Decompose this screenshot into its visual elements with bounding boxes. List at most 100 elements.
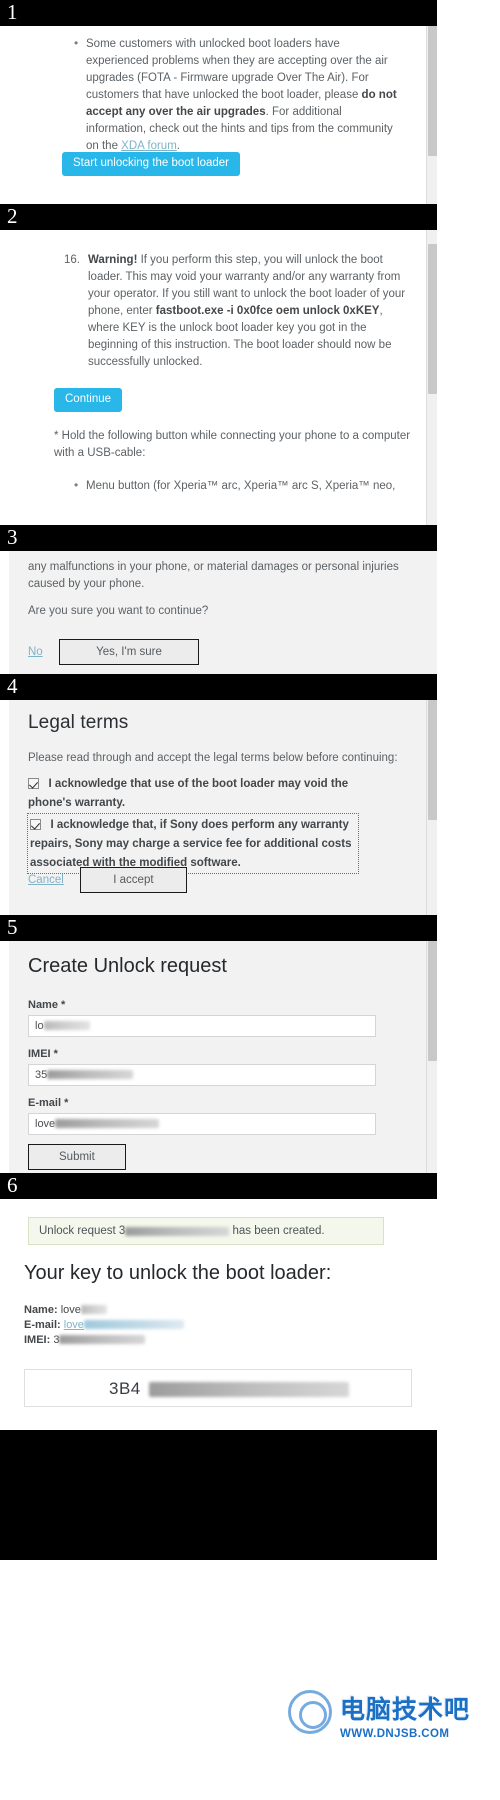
redacted-block [83,1320,184,1329]
notice-suffix: has been created. [229,1225,325,1237]
panel-separator-1: 1 [0,0,437,26]
trailing-black-bar [0,1430,437,1560]
panel-2: 16. Warning! If you perform this step, y… [0,230,437,525]
name-value: love [60,1304,81,1316]
i-accept-button[interactable]: I accept [80,867,187,893]
name-input-value: lo [35,1020,44,1032]
bullet-text-end: . [176,140,180,152]
legal-intro: Please read through and accept the legal… [28,752,398,764]
watermark: 电脑技术吧 WWW.DNJSB.COM [288,1690,493,1760]
panel-5-scrollbar[interactable] [426,941,437,1173]
panel-5: Create Unlock request Name * lo IMEI * 3… [0,941,437,1173]
panel-1-left-rail [0,26,9,204]
screenshot-page: 1 Some customers with unlocked boot load… [0,0,500,1800]
key-section-title: Your key to unlock the boot loader: [24,1262,332,1284]
unlock-key-box: 3B4 [24,1369,412,1407]
unlock-key-value: 3B4 [109,1379,141,1398]
usb-footnote: * Hold the following button while connec… [54,430,411,459]
panel-number-1: 1 [7,0,18,24]
logo-circle-icon [288,1690,332,1734]
panel-number-3: 3 [7,525,18,549]
panel-number-2: 2 [7,204,18,228]
scrollbar-thumb[interactable] [428,26,437,156]
panel-1: Some customers with unlocked boot loader… [0,26,437,204]
email-input[interactable]: love [28,1113,376,1135]
no-link[interactable]: No [28,646,43,658]
redacted-block [47,1070,134,1079]
checkmark-icon[interactable] [28,778,39,789]
start-unlocking-boot-loader-button[interactable]: Start unlocking the boot loader [62,152,240,176]
warning-label: Warning! [88,254,138,266]
email-field-label: E-mail * [28,1097,69,1109]
step-number: 16. [64,254,80,266]
legal-checkbox-label-1: I acknowledge that use of the boot loade… [28,778,349,809]
list-item: Name: love [24,1303,184,1318]
panel-2-footnote-bullets: Menu button (for Xperia™ arc, Xperia™ ar… [72,477,420,495]
panel-1-bullet-list: Some customers with unlocked boot loader… [72,35,402,155]
panel-4-left-rail [0,700,9,915]
submit-button[interactable]: Submit [28,1144,126,1170]
xda-forum-link[interactable]: XDA forum [121,140,177,152]
name-input[interactable]: lo [28,1015,376,1037]
name-field-label: Name * [28,999,66,1011]
watermark-url: WWW.DNJSB.COM [340,1728,450,1740]
redacted-block [55,1119,160,1128]
panel-separator-5: 5 [0,915,437,941]
scrollbar-thumb[interactable] [428,700,437,820]
list-item: Menu button (for Xperia™ arc, Xperia™ ar… [72,477,420,495]
panel-number-5: 5 [7,915,18,939]
disclaimer-text: any malfunctions in your phone, or mater… [28,561,399,590]
legal-checkbox-row-2[interactable]: I acknowledge that, if Sony does perform… [27,813,359,874]
scrollbar-thumb[interactable] [428,244,437,394]
imei-input[interactable]: 35 [28,1064,376,1086]
panel-5-left-rail [0,941,9,1173]
name-label: Name: [24,1304,58,1316]
email-field-group: E-mail * love [28,1097,376,1135]
list-item: E-mail: love [24,1318,184,1333]
panel-2-step-list: 16. Warning! If you perform this step, y… [54,252,414,371]
key-details-list: Name: love E-mail: love IMEI: 3 [24,1303,184,1348]
panel-number-4: 4 [7,674,18,698]
imei-field-label: IMEI * [28,1048,58,1060]
legal-checkbox-label-2: I acknowledge that, if Sony does perform… [30,819,352,869]
continue-button[interactable]: Continue [54,388,123,412]
panel-1-scrollbar[interactable] [426,26,437,204]
page-title: Create Unlock request [28,955,227,977]
confirm-question: Are you sure you want to continue? [28,605,209,617]
panel-separator-6: 6 [0,1173,437,1199]
yes-im-sure-button[interactable]: Yes, I'm sure [59,639,199,665]
panel-2-left-rail [0,230,9,525]
list-item: Some customers with unlocked boot loader… [72,35,402,155]
panel-separator-4: 4 [0,674,437,700]
email-label: E-mail: [24,1319,61,1331]
redacted-block [149,1382,349,1397]
redacted-block [125,1227,230,1236]
watermark-title: 电脑技术吧 [340,1697,471,1724]
panel-3: any malfunctions in your phone, or mater… [0,551,437,674]
panel-4-scrollbar[interactable] [426,700,437,915]
panel-separator-3: 3 [0,525,437,551]
imei-label: IMEI: [24,1334,51,1346]
scrollbar-thumb[interactable] [428,941,437,1061]
email-input-value: love [35,1118,56,1130]
imei-field-group: IMEI * 35 [28,1048,376,1086]
checkmark-icon[interactable] [30,819,41,830]
unlock-request-created-notice: Unlock request 3 has been created. [28,1217,384,1245]
bullet-text-lead: Some customers with unlocked boot loader… [86,38,388,101]
email-value-link[interactable]: love [64,1319,84,1331]
redacted-block [80,1305,107,1314]
name-field-group: Name * lo [28,999,376,1037]
redacted-block [59,1335,146,1344]
panel-3-left-rail [0,551,9,674]
panel-6: Unlock request 3 has been created. Your … [0,1199,437,1430]
fastboot-command: fastboot.exe -i 0x0fce oem unlock 0xKEY [155,305,380,317]
cancel-link[interactable]: Cancel [28,874,64,886]
panel-separator-2: 2 [0,204,437,230]
list-item: 16. Warning! If you perform this step, y… [54,252,414,371]
panel-6-left-rail [0,1199,9,1430]
panel-2-scrollbar[interactable] [426,230,437,525]
page-title: Legal terms [28,712,129,733]
legal-checkbox-row-1[interactable]: I acknowledge that use of the boot loade… [28,774,358,812]
panel-4: Legal terms Please read through and acce… [0,700,437,915]
redacted-block [43,1021,90,1030]
